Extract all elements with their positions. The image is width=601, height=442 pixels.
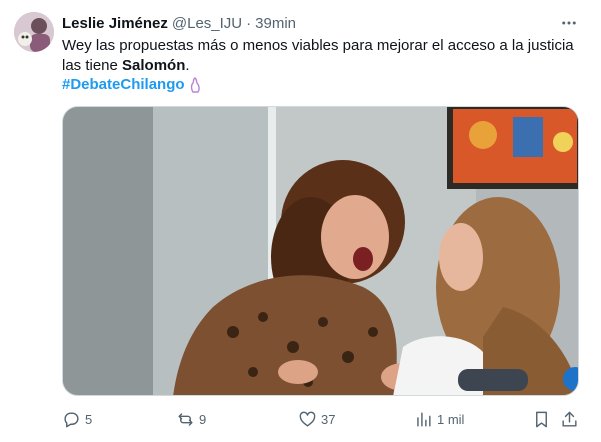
tweet-timestamp[interactable]: 39min	[255, 15, 296, 32]
tweet-text-bold: Salomón	[122, 57, 186, 74]
media-image	[63, 107, 578, 395]
tweet-header: Leslie Jiménez @Les_IJU · 39min	[62, 13, 581, 33]
tweet-media[interactable]	[62, 106, 579, 396]
avatar[interactable]	[14, 12, 54, 52]
tweet-text: Wey las propuestas más o menos viables p…	[62, 36, 577, 76]
views-bar-icon	[417, 411, 431, 427]
bookmark-button[interactable]	[532, 406, 555, 432]
reply-icon	[64, 411, 79, 427]
hashtag-link[interactable]: #DebateChilango	[62, 75, 185, 95]
tweet-actions: 5 9 37 1 mil	[62, 406, 580, 432]
share-button[interactable]	[560, 406, 583, 432]
share-icon	[562, 411, 577, 427]
retweet-icon	[178, 412, 193, 426]
header-separator: ·	[246, 14, 252, 32]
author-display-name[interactable]: Leslie Jiménez	[62, 15, 168, 32]
hashtag-line: #DebateChilango	[62, 75, 203, 95]
heart-icon	[299, 411, 316, 427]
bookmark-icon	[536, 411, 547, 427]
tweet[interactable]: Leslie Jiménez @Les_IJU · 39min Wey las …	[0, 0, 601, 442]
like-count: 37	[321, 411, 336, 427]
retweet-count: 9	[199, 411, 207, 427]
author-handle[interactable]: @Les_IJU	[172, 15, 242, 32]
reply-count: 5	[85, 411, 93, 427]
like-button[interactable]: 37	[298, 406, 335, 432]
views-button[interactable]: 1 mil	[414, 406, 464, 432]
avatar-image	[14, 12, 54, 52]
retweet-button[interactable]: 9	[176, 406, 206, 432]
reply-button[interactable]: 5	[62, 406, 92, 432]
hashflag-icon	[189, 77, 203, 93]
views-count: 1 mil	[437, 411, 465, 427]
more-horizontal-icon[interactable]	[557, 11, 581, 35]
tweet-text-part2: .	[185, 57, 190, 74]
